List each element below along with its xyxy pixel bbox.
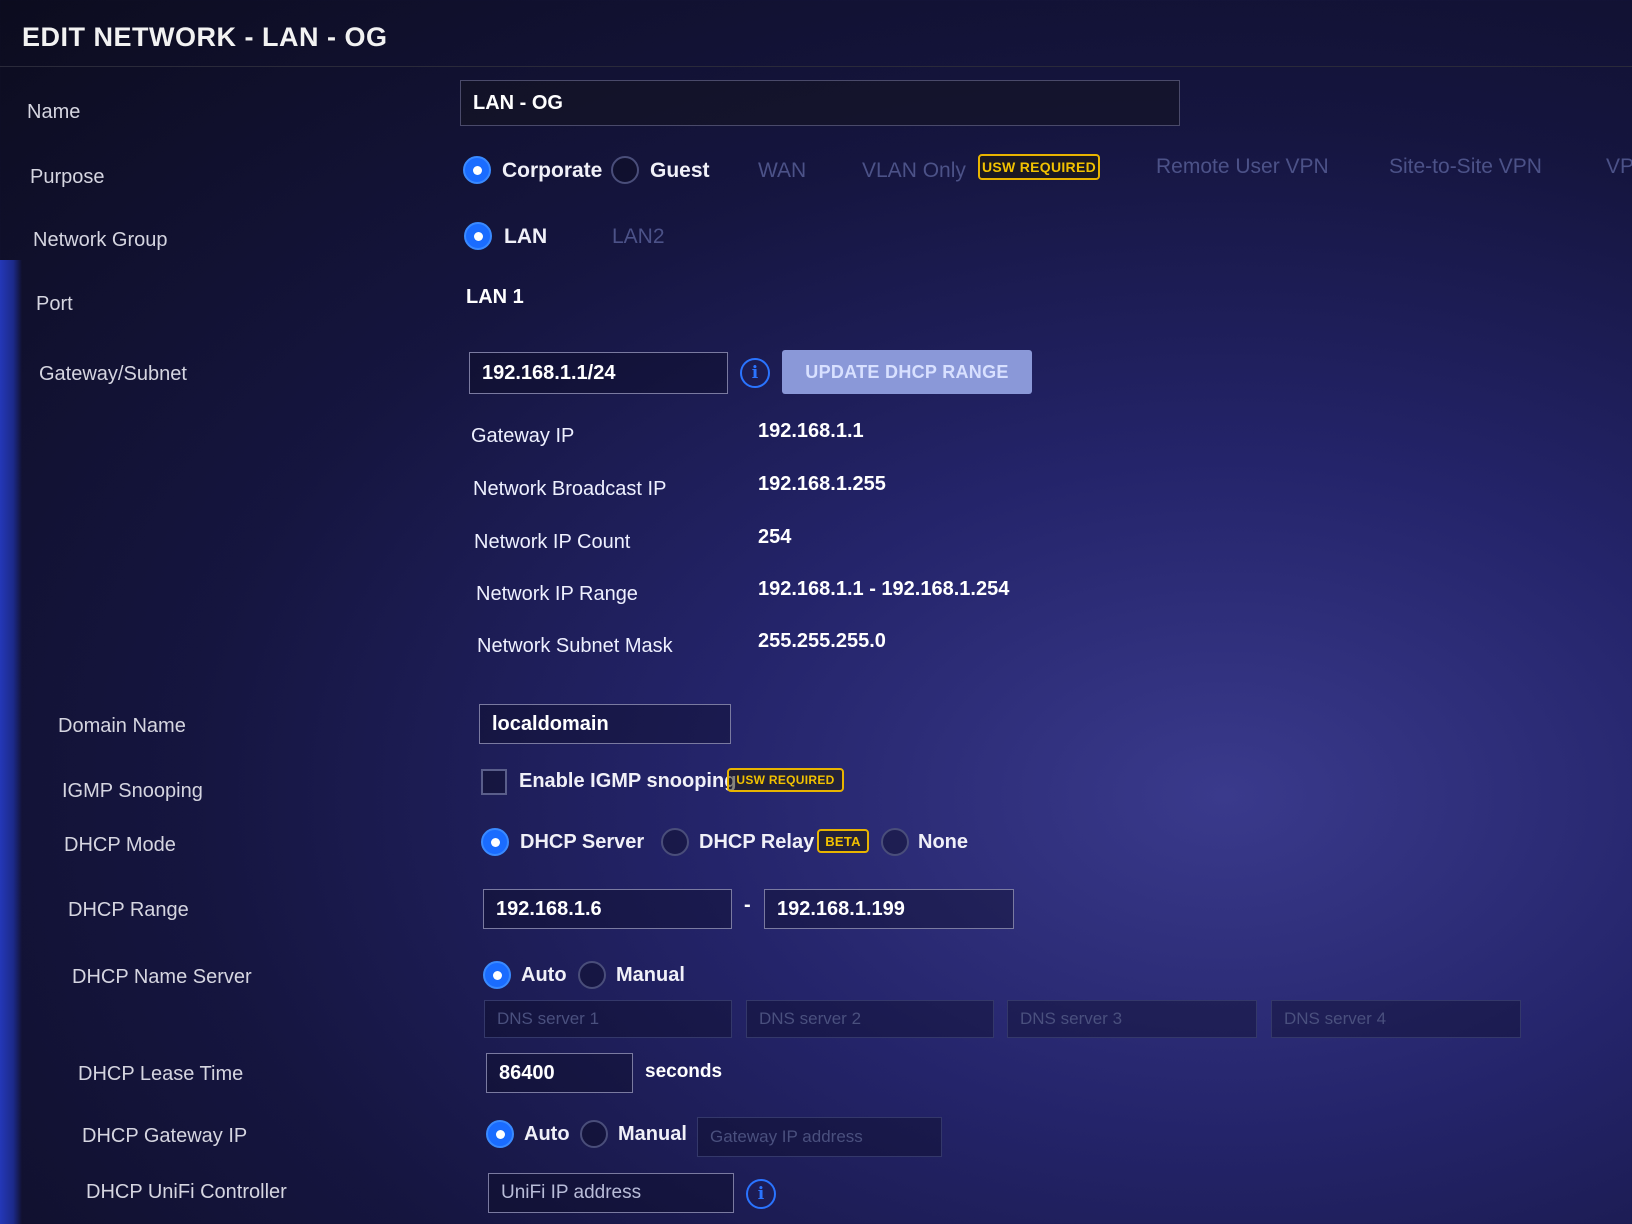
igmp-usw-required-badge: USW REQUIRED	[727, 768, 844, 792]
dns-server-2-input[interactable]: DNS server 2	[746, 1000, 994, 1038]
info-icon[interactable]: i	[740, 358, 770, 388]
purpose-vpn-client-option[interactable]: VP	[1606, 155, 1632, 179]
purpose-guest-option[interactable]: Guest	[650, 159, 710, 183]
vlan-usw-required-badge: USW REQUIRED	[978, 154, 1100, 180]
dhcp-name-server-label: DHCP Name Server	[72, 966, 252, 988]
page-title: EDIT NETWORK - LAN - OG	[22, 22, 388, 52]
purpose-label: Purpose	[30, 166, 105, 188]
dhcp-mode-label: DHCP Mode	[64, 834, 176, 856]
port-value: LAN 1	[466, 286, 524, 308]
dhcp-relay-radio[interactable]	[661, 828, 689, 856]
dhcp-lease-time-input[interactable]: 86400	[486, 1053, 633, 1093]
purpose-guest-radio[interactable]	[611, 156, 639, 184]
igmp-snooping-checkbox[interactable]	[481, 769, 507, 795]
dns-server-3-input[interactable]: DNS server 3	[1007, 1000, 1257, 1038]
dhcp-range-label: DHCP Range	[68, 899, 189, 921]
gateway-ip-value: 192.168.1.1	[758, 420, 864, 442]
ip-range-value: 192.168.1.1 - 192.168.1.254	[758, 578, 1010, 600]
dhcp-name-server-auto-option[interactable]: Auto	[521, 964, 567, 987]
network-group-lan-radio[interactable]	[464, 222, 492, 250]
ip-count-label: Network IP Count	[474, 531, 631, 553]
purpose-corporate-option[interactable]: Corporate	[502, 159, 602, 183]
purpose-wan-option[interactable]: WAN	[758, 159, 806, 183]
broadcast-ip-label: Network Broadcast IP	[473, 478, 667, 500]
subnet-mask-value: 255.255.255.0	[758, 630, 886, 652]
igmp-snooping-label: IGMP Snooping	[62, 780, 203, 802]
network-group-lan2-option[interactable]: LAN2	[612, 225, 665, 249]
dhcp-lease-time-label: DHCP Lease Time	[78, 1063, 244, 1085]
domain-name-input[interactable]: localdomain	[479, 704, 731, 744]
purpose-site-to-site-vpn-option[interactable]: Site-to-Site VPN	[1389, 155, 1542, 179]
domain-name-label: Domain Name	[58, 715, 186, 737]
dhcp-gateway-ip-label: DHCP Gateway IP	[82, 1125, 248, 1147]
dhcp-relay-option[interactable]: DHCP Relay	[699, 831, 814, 854]
dhcp-name-server-auto-radio[interactable]	[483, 961, 511, 989]
left-edge-accent	[0, 260, 22, 1224]
dhcp-name-server-manual-option[interactable]: Manual	[616, 964, 685, 987]
gateway-subnet-label: Gateway/Subnet	[39, 363, 187, 385]
title-divider	[0, 66, 1632, 67]
network-group-lan-option[interactable]: LAN	[504, 225, 547, 249]
purpose-remote-user-vpn-option[interactable]: Remote User VPN	[1156, 155, 1329, 179]
unifi-controller-info-icon[interactable]: i	[746, 1179, 776, 1209]
update-dhcp-range-button[interactable]: UPDATE DHCP RANGE	[782, 350, 1032, 394]
dhcp-range-end-input[interactable]: 192.168.1.199	[764, 889, 1014, 929]
dhcp-gateway-ip-auto-option[interactable]: Auto	[524, 1123, 570, 1146]
gateway-subnet-input[interactable]: 192.168.1.1/24	[469, 352, 728, 394]
igmp-snooping-checkbox-label[interactable]: Enable IGMP snooping	[519, 770, 736, 793]
dhcp-unifi-controller-input[interactable]: UniFi IP address	[488, 1173, 734, 1213]
ip-count-value: 254	[758, 526, 792, 548]
dns-server-1-input[interactable]: DNS server 1	[484, 1000, 732, 1038]
ip-range-label: Network IP Range	[476, 583, 638, 605]
dhcp-range-start-input[interactable]: 192.168.1.6	[483, 889, 732, 929]
name-label: Name	[27, 101, 81, 123]
purpose-vlan-only-option[interactable]: VLAN Only	[862, 159, 966, 183]
dns-server-4-input[interactable]: DNS server 4	[1271, 1000, 1521, 1038]
gateway-ip-label: Gateway IP	[471, 425, 575, 447]
network-group-label: Network Group	[33, 229, 168, 251]
dhcp-gateway-ip-auto-radio[interactable]	[486, 1120, 514, 1148]
subnet-mask-label: Network Subnet Mask	[477, 635, 673, 657]
dhcp-gateway-ip-input[interactable]: Gateway IP address	[697, 1117, 942, 1157]
dhcp-none-option[interactable]: None	[918, 831, 968, 854]
dhcp-server-option[interactable]: DHCP Server	[520, 831, 644, 854]
dhcp-server-radio[interactable]	[481, 828, 509, 856]
name-input[interactable]: LAN - OG	[460, 80, 1180, 126]
dhcp-lease-time-unit: seconds	[645, 1061, 723, 1082]
dhcp-relay-beta-badge: BETA	[817, 829, 869, 853]
dhcp-name-server-manual-radio[interactable]	[578, 961, 606, 989]
dhcp-unifi-controller-label: DHCP UniFi Controller	[86, 1181, 287, 1203]
purpose-corporate-radio[interactable]	[463, 156, 491, 184]
port-label: Port	[36, 293, 73, 315]
dhcp-gateway-ip-manual-radio[interactable]	[580, 1120, 608, 1148]
dhcp-range-separator: -	[744, 894, 751, 916]
broadcast-ip-value: 192.168.1.255	[758, 473, 886, 495]
dhcp-gateway-ip-manual-option[interactable]: Manual	[618, 1123, 687, 1146]
dhcp-none-radio[interactable]	[881, 828, 909, 856]
